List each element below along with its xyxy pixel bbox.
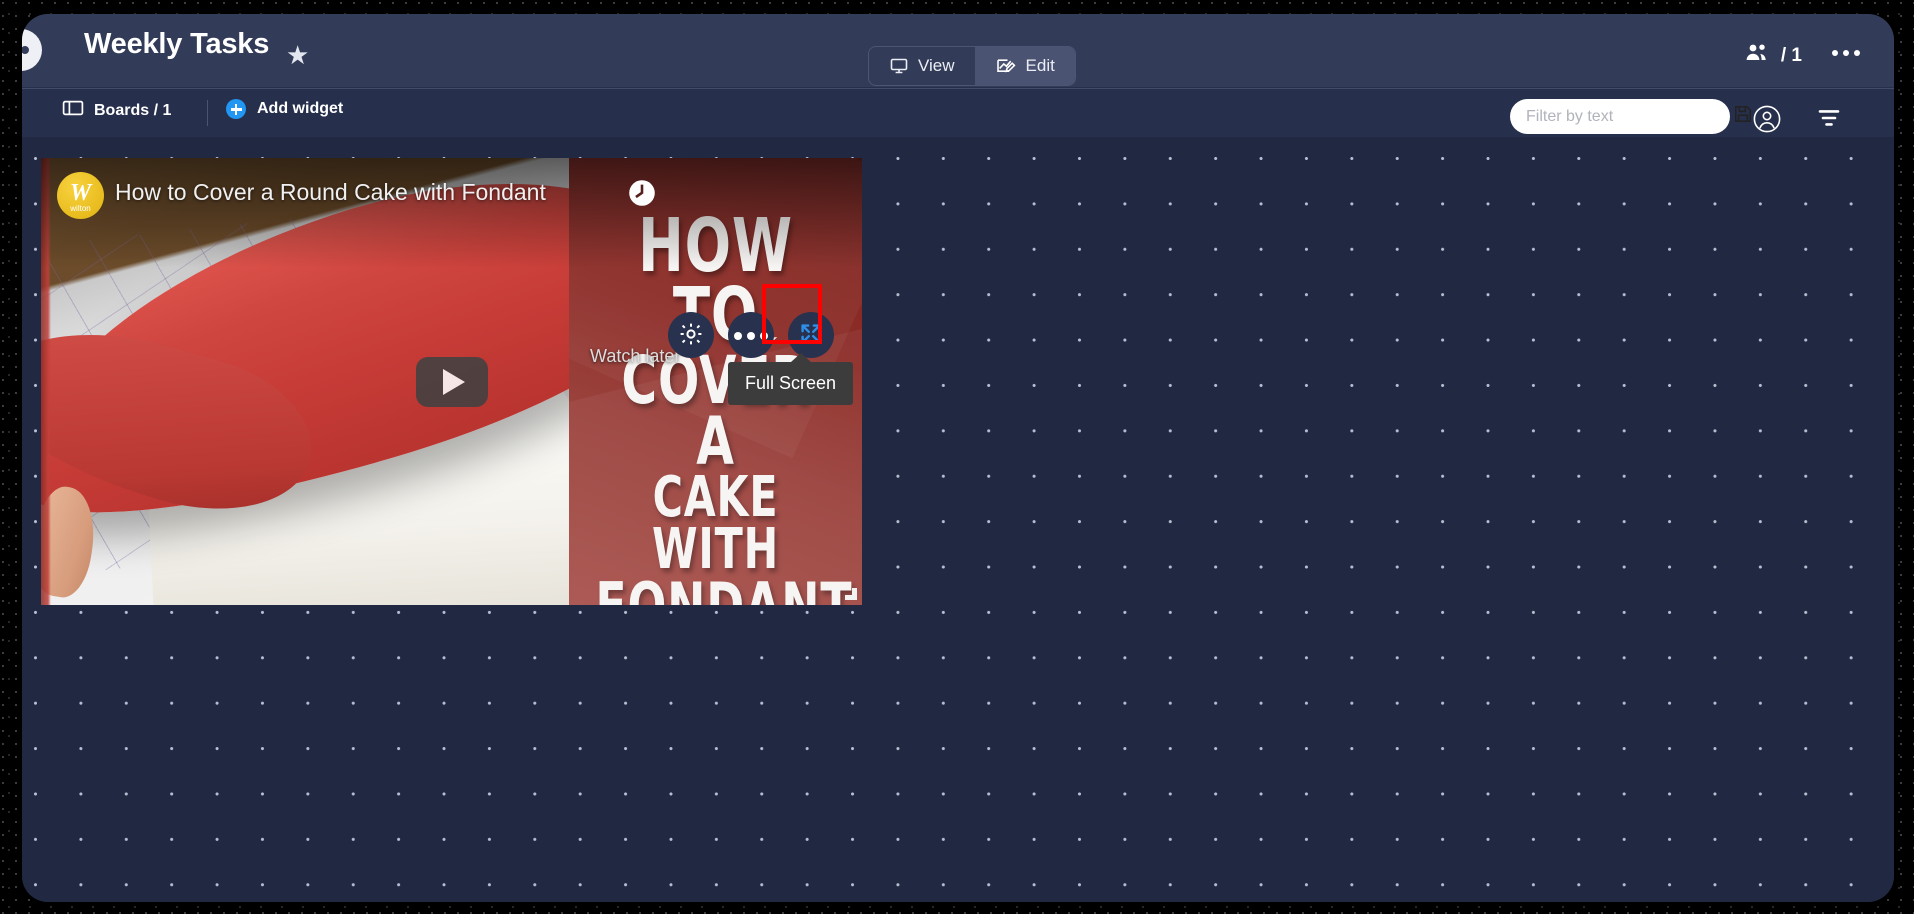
edit-pencil-icon bbox=[995, 56, 1017, 76]
tab-view[interactable]: View bbox=[869, 47, 975, 85]
user-circle-icon[interactable] bbox=[1752, 104, 1782, 139]
thumbnail-photo-half bbox=[41, 158, 569, 605]
resize-handle-icon[interactable] bbox=[845, 588, 857, 600]
people-icon bbox=[1745, 42, 1773, 70]
star-icon[interactable]: ★ bbox=[286, 42, 309, 68]
boards-selector[interactable]: Boards / 1 bbox=[62, 99, 171, 122]
gear-icon bbox=[678, 321, 704, 350]
filter-search-box bbox=[1510, 99, 1751, 134]
collaborators-indicator[interactable]: / 1 bbox=[1745, 42, 1802, 70]
boards-label: Boards / 1 bbox=[94, 101, 172, 119]
tab-edit-label: Edit bbox=[1025, 56, 1055, 75]
search-input[interactable] bbox=[1526, 107, 1733, 126]
thumbnail-edge-shadow bbox=[41, 158, 51, 605]
fullscreen-expand-icon bbox=[797, 320, 825, 351]
fullscreen-tooltip: Full Screen bbox=[728, 353, 854, 405]
play-icon[interactable] bbox=[415, 356, 488, 407]
toolbar-divider bbox=[207, 100, 208, 126]
board-icon bbox=[62, 99, 84, 122]
channel-logo-letter: W bbox=[69, 179, 92, 206]
thumbnail-line-4: FONDANT bbox=[595, 574, 851, 605]
tab-view-label: View bbox=[918, 56, 955, 75]
app-logo-icon[interactable] bbox=[22, 29, 42, 71]
video-title[interactable]: How to Cover a Round Cake with Fondant bbox=[115, 179, 546, 206]
floppy-save-icon[interactable] bbox=[1733, 104, 1753, 129]
settings-button[interactable] bbox=[668, 312, 714, 358]
filter-funnel-icon[interactable] bbox=[1816, 106, 1842, 135]
board-canvas[interactable]: HOW TO COVER A CAKE WITH FONDANT W wilto… bbox=[22, 137, 1894, 902]
app-header: Weekly Tasks ★ View Edit / 1 bbox=[22, 14, 1894, 87]
screen-root: Weekly Tasks ★ View Edit / 1 Boards / 1 … bbox=[0, 0, 1914, 914]
page-title: Weekly Tasks bbox=[84, 28, 270, 60]
dots-icon bbox=[732, 328, 771, 343]
channel-avatar[interactable]: W wilton bbox=[57, 172, 104, 219]
tab-edit[interactable]: Edit bbox=[974, 47, 1075, 85]
monitor-icon bbox=[889, 56, 909, 76]
plus-circle-icon bbox=[226, 99, 246, 119]
watch-later-button[interactable] bbox=[621, 172, 663, 214]
watch-later-label: Watch later bbox=[590, 346, 681, 366]
add-widget-label: Add widget bbox=[257, 100, 344, 117]
more-options-button[interactable] bbox=[728, 312, 774, 358]
fullscreen-button[interactable] bbox=[788, 312, 834, 358]
board-toolbar: Boards / 1 Add widget bbox=[22, 87, 1894, 137]
app-window: Weekly Tasks ★ View Edit / 1 Boards / 1 … bbox=[22, 14, 1894, 902]
add-widget-button[interactable]: Add widget bbox=[226, 99, 343, 119]
kebab-menu-icon[interactable] bbox=[1826, 44, 1866, 62]
channel-name: wilton bbox=[70, 204, 91, 213]
collaborators-count: / 1 bbox=[1780, 45, 1802, 66]
view-mode-toggle: View Edit bbox=[868, 46, 1076, 86]
thumbnail-headline: HOW TO COVER A CAKE WITH FONDANT bbox=[595, 209, 851, 605]
thumbnail-line-3: CAKE WITH bbox=[652, 465, 779, 583]
